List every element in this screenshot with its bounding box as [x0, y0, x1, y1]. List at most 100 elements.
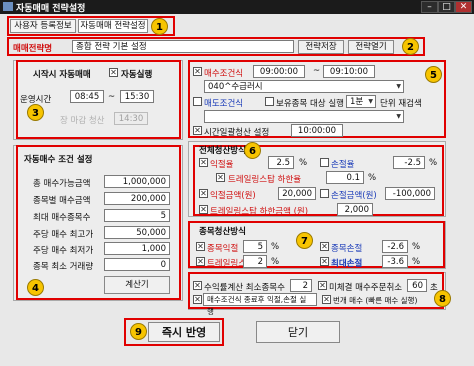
stock-title: 종목청산방식 [199, 227, 246, 237]
loss-amount-checkbox[interactable] [320, 189, 329, 198]
min-price-input[interactable]: 1,000 [104, 242, 170, 255]
close-window-button[interactable]: ✕ [455, 1, 472, 13]
badge-5: 5 [425, 66, 442, 83]
stock-trail-input[interactable]: 2 [243, 255, 267, 268]
badge-4: 4 [27, 279, 44, 296]
stock-loss-input[interactable]: -2.6 [382, 240, 408, 253]
tab-auto-strategy[interactable]: 자동매매 전략설정 [78, 19, 148, 33]
stock-loss-label: 종목손절 [331, 244, 363, 254]
sell-condition-label: 매도조건식 [204, 99, 244, 109]
stock-maxloss-label: 최대손절 [331, 259, 363, 269]
time-from-input[interactable]: 08:45 [70, 90, 104, 103]
profit-rate-unit: % [299, 158, 308, 168]
stock-profit-label: 종목익절 [207, 244, 239, 254]
minimize-button[interactable]: – [421, 1, 438, 13]
hold-target-label: 보유종목 대상 실행 [276, 99, 344, 109]
time-clear-checkbox[interactable]: ✕ [193, 126, 202, 135]
stock-trail-unit: % [271, 257, 280, 267]
badge-9: 9 [130, 323, 147, 340]
time-to-input[interactable]: 15:30 [120, 90, 154, 103]
per-stock-amount-input[interactable]: 200,000 [104, 192, 170, 205]
trail-rate-label: 트레일링스탑 하한율 [228, 175, 302, 185]
sell-condition-select[interactable] [204, 110, 404, 123]
badge-2: 2 [402, 38, 419, 55]
exit-after-field[interactable]: 매수조건식 종료후 익절,손절 실행 [203, 293, 317, 316]
max-stocks-input[interactable]: 5 [104, 209, 170, 222]
time-clear-input[interactable]: 10:00:00 [291, 124, 343, 137]
strategy-name-label: 매매전략명 [13, 44, 53, 54]
stock-profit-checkbox[interactable]: ✕ [196, 242, 205, 251]
profit-amount-label: 익절금액(원) [210, 191, 256, 201]
close-button[interactable]: 닫기 [256, 321, 340, 343]
fast-buy-checkbox[interactable]: ✕ [322, 295, 331, 304]
hold-target-checkbox[interactable] [265, 97, 274, 106]
profit-rate-label: 익절율 [210, 160, 234, 170]
stock-loss-unit: % [412, 242, 421, 252]
app-icon [3, 2, 13, 11]
tab-user-info[interactable]: 사용자 등록정보 [10, 19, 76, 33]
loss-rate-input[interactable]: -2.5 [393, 156, 425, 169]
buy-end-time-input[interactable]: 09:10:00 [323, 65, 375, 78]
unit-label: 단위 재검색 [380, 99, 422, 109]
loss-rate-unit: % [429, 158, 438, 168]
buy-row-label: 최대 매수종목수 [33, 213, 91, 223]
exit-after-checkbox[interactable]: ✕ [193, 295, 202, 304]
strategy-name-input[interactable]: 종합 전략 기본 설정 [72, 40, 294, 53]
min-count-checkbox[interactable]: ✕ [193, 281, 202, 290]
open-strategy-button[interactable]: 전략열기 [348, 40, 394, 54]
trail-rate-input[interactable]: 0.1 [326, 171, 364, 184]
close-time-label: 장 마감 청산 [60, 116, 105, 126]
time-separator: ~ [108, 92, 116, 102]
buy-row-label: 종목별 매수금액 [33, 196, 91, 206]
trail-amount-checkbox[interactable]: ✕ [199, 205, 208, 214]
stock-profit-input[interactable]: 5 [243, 240, 267, 253]
buy-condition-label: 매수조건식 [204, 69, 244, 79]
stock-maxloss-checkbox[interactable]: ✕ [320, 257, 329, 266]
trail-amount-input[interactable]: 2,000 [337, 203, 373, 216]
stock-maxloss-unit: % [412, 257, 421, 267]
profit-amount-input[interactable]: 20,000 [278, 187, 316, 200]
buy-row-label: 주당 매수 최저가 [33, 246, 94, 256]
loss-amount-input[interactable]: -100,000 [385, 187, 435, 200]
calculator-button[interactable]: 계산기 [104, 276, 170, 294]
profit-amount-checkbox[interactable]: ✕ [199, 189, 208, 198]
buy-title: 자동매수 조건 설정 [24, 155, 93, 165]
maximize-button[interactable]: □ [438, 1, 455, 13]
trail-rate-checkbox[interactable]: ✕ [216, 173, 225, 182]
save-strategy-button[interactable]: 전략저장 [298, 40, 344, 54]
loss-rate-checkbox[interactable] [320, 158, 329, 167]
badge-3: 3 [27, 104, 44, 121]
trail-rate-unit: % [368, 173, 377, 183]
close-time-input: 14:30 [114, 112, 148, 125]
stock-maxloss-input[interactable]: -3.6 [382, 255, 408, 268]
buy-time-separator: ~ [313, 66, 321, 76]
apply-button[interactable]: 즉시 반영 [148, 322, 220, 342]
fast-buy-label: 번개 매수 (빠른 매수 실행) [333, 296, 418, 305]
max-price-input[interactable]: 50,000 [104, 226, 170, 239]
overall-title: 전체청산방식 [199, 146, 246, 156]
buy-start-time-input[interactable]: 09:00:00 [253, 65, 305, 78]
profit-rate-input[interactable]: 2.5 [268, 156, 294, 169]
total-buy-amount-input[interactable]: 1,000,000 [104, 175, 170, 188]
badge-1: 1 [151, 18, 168, 35]
stock-trail-checkbox[interactable]: ✕ [196, 257, 205, 266]
min-count-input[interactable]: 2 [290, 279, 312, 292]
trail-amount-label: 트레일링스탑 하한금액 (원) [210, 207, 309, 217]
buy-condition-select[interactable]: 040^수급러시 [204, 80, 404, 93]
buy-row-label: 총 매수가능금액 [33, 179, 91, 189]
unit-select[interactable]: 1분 [346, 95, 376, 108]
min-volume-input[interactable]: 0 [104, 258, 170, 271]
window-title: 자동매매 전략설정 [16, 4, 86, 14]
unfilled-cancel-checkbox[interactable]: ✕ [318, 281, 327, 290]
start-title: 시작시 자동매매 [33, 70, 91, 80]
unfilled-cancel-input[interactable]: 60 [407, 279, 427, 292]
sell-condition-checkbox[interactable] [193, 97, 202, 106]
time-clear-label: 시간일괄청산 설정 [204, 128, 270, 138]
stock-loss-checkbox[interactable]: ✕ [320, 242, 329, 251]
min-count-label: 수익률계산 최소종목수 [204, 283, 285, 293]
badge-8: 8 [434, 290, 451, 307]
auto-run-checkbox[interactable]: ✕ [109, 68, 118, 77]
buy-condition-checkbox[interactable]: ✕ [193, 67, 202, 76]
title-bar: 자동매매 전략설정 – □ ✕ [0, 0, 474, 14]
profit-rate-checkbox[interactable]: ✕ [199, 158, 208, 167]
